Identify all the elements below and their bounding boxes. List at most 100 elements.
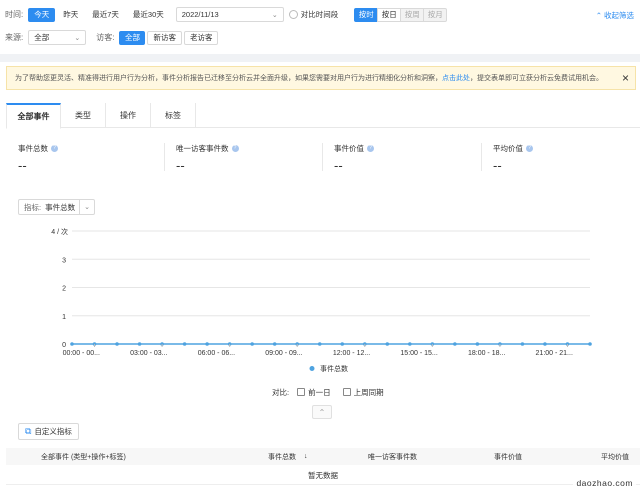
tab-type[interactable]: 类型 [61, 103, 106, 128]
x-tick-label: 12:00 - 12... [333, 350, 370, 357]
visitor-new-button[interactable]: 新访客 [147, 30, 182, 45]
metric-event-value: 事件价值? -- [334, 143, 484, 173]
collapse-filters-link[interactable]: ⌃ 收起筛选 [596, 10, 634, 21]
compare-label: 对比: [272, 387, 290, 397]
x-tick-label: 03:00 - 03... [130, 350, 167, 357]
visitor-all-button[interactable]: 全部 [119, 30, 146, 45]
source-select[interactable]: 全部 ⌄ [28, 30, 87, 45]
granularity-week-button[interactable]: 按周 [400, 7, 425, 22]
source-value: 全部 [34, 33, 50, 42]
range-yesterday-button[interactable]: 昨天 [57, 7, 85, 22]
help-icon[interactable]: ? [367, 145, 374, 152]
data-point [317, 342, 322, 346]
compare-previous-day-label: 前一日 [308, 387, 331, 397]
data-point [115, 342, 119, 346]
metric-divider [481, 143, 482, 171]
data-point [250, 342, 254, 346]
collapse-chart-button[interactable]: ⌃ [312, 405, 332, 419]
granularity-day-button[interactable]: 按日 [377, 7, 402, 22]
data-point [205, 342, 209, 346]
legend-label: 事件总数 [320, 364, 348, 373]
close-icon[interactable]: × [622, 71, 629, 85]
range-today-button[interactable]: 今天 [28, 7, 56, 22]
table-empty-state: 暂无数据 [6, 467, 640, 485]
metric-title: 事件总数 [18, 144, 48, 153]
date-value: 2022/11/13 [181, 10, 219, 19]
col-header-value[interactable]: 事件价值 [494, 452, 522, 462]
y-unit-label: 4 / 次 [51, 227, 68, 236]
chevron-down-icon: ⌄ [79, 200, 94, 214]
metric-average-value: 平均价值? -- [493, 143, 640, 173]
checkbox-icon [342, 388, 351, 396]
help-icon[interactable]: ? [231, 145, 239, 152]
x-tick-label: 15:00 - 15... [400, 350, 437, 357]
time-label: 时间: [5, 10, 24, 19]
x-tick-label: 00:00 - 00... [63, 350, 100, 357]
date-picker[interactable]: 2022/11/13 ⌄ [175, 7, 284, 22]
sort-down-icon: ↓ [304, 453, 308, 460]
tab-label[interactable]: 标签 [151, 103, 196, 128]
visitor-returning-button[interactable]: 老访客 [183, 30, 219, 45]
notice-link[interactable]: 点击此处 [442, 75, 470, 82]
help-icon[interactable]: ? [51, 145, 58, 152]
y-tick-label: 3 [62, 257, 66, 264]
col-header-total[interactable]: 事件总数 ↓ [268, 452, 308, 462]
metric-value: -- [493, 158, 502, 173]
events-line-chart: 4 / 次 3 2 1 000:00 - 00... 03:00 - 03... 06:00… [51, 227, 592, 373]
help-icon[interactable]: ? [526, 145, 533, 152]
granularity-segment: 按时 按日 按周 按月 [354, 7, 448, 22]
col-header-average[interactable]: 平均价值 [601, 452, 629, 462]
chevron-up-icon: ⌃ [595, 11, 602, 20]
metric-value: -- [176, 158, 185, 173]
data-point [70, 342, 74, 346]
range-30days-button[interactable]: 最近30天 [126, 7, 170, 22]
notice-text: 为了帮助您更灵活、精准得进行用户行为分析，事件分析报告已迁移至分析云并全面升级，… [15, 73, 603, 83]
data-point [272, 342, 277, 346]
time-filter-row: 时间: 今天 昨天 最近7天 最近30天 2022/11/13 ⌄ 对比时间段 … [5, 7, 448, 22]
data-point [475, 342, 480, 346]
compare-last-week-label: 上周同期 [353, 387, 384, 397]
metric-total-events: 事件总数? -- [18, 143, 168, 173]
col-header-total-label: 事件总数 [268, 453, 296, 461]
y-tick-label: 0 [62, 342, 66, 349]
compare-period-label: 对比时间段 [300, 10, 339, 19]
metric-title: 事件价值 [334, 144, 364, 153]
tab-action[interactable]: 操作 [106, 103, 151, 128]
metric-value: -- [334, 158, 343, 173]
x-tick-label: 21:00 - 21... [536, 350, 573, 357]
chevron-down-icon: ⌄ [74, 34, 81, 42]
compare-last-week[interactable]: 上周同期 [342, 387, 384, 398]
collapse-filters-label: 收起筛选 [604, 11, 634, 20]
metric-divider [322, 143, 323, 171]
notice-text-after: ，提交表单即可立获分析云免费试用机会。 [470, 75, 603, 82]
x-tick-label: 06:00 - 06... [198, 350, 235, 357]
y-tick-label: 1 [62, 314, 66, 321]
custom-metric-icon: ⧉ [25, 426, 32, 436]
col-header-events[interactable]: 全部事件 (类型+操作+标签) [41, 452, 126, 462]
data-point [182, 342, 187, 346]
tab-all-events[interactable]: 全部事件 [6, 103, 61, 129]
granularity-hour-button[interactable]: 按时 [354, 7, 379, 22]
metric-title: 平均价值 [493, 144, 523, 153]
compare-previous-day[interactable]: 前一日 [297, 387, 331, 398]
metric-divider [164, 143, 165, 171]
notice-text-before: 为了帮助您更灵活、精准得进行用户行为分析，事件分析报告已迁移至分析云并全面升级，… [15, 75, 442, 82]
metric-title: 唯一访客事件数 [176, 144, 229, 153]
indicator-value: 事件总数 [45, 202, 76, 212]
report-tabs: 全部事件 类型 操作 标签 [6, 103, 640, 129]
range-7days-button[interactable]: 最近7天 [86, 7, 125, 22]
custom-metric-button[interactable]: ⧉ 自定义指标 [18, 423, 79, 440]
granularity-month-button[interactable]: 按月 [423, 7, 448, 22]
indicator-label: 指标: [24, 202, 42, 212]
visitor-label: 访客: [96, 33, 115, 42]
data-point [453, 342, 457, 346]
indicator-select[interactable]: 指标: 事件总数 ⌄ [18, 199, 95, 215]
watermark: daozhao.com [573, 477, 636, 489]
compare-period-toggle[interactable]: 对比时间段 [288, 9, 339, 20]
x-tick-label: 09:00 - 09... [265, 350, 302, 357]
data-point [520, 342, 525, 346]
col-header-unique[interactable]: 唯一访客事件数 [368, 452, 417, 462]
section-divider [0, 54, 640, 62]
data-point [385, 342, 390, 346]
data-point [588, 342, 592, 346]
